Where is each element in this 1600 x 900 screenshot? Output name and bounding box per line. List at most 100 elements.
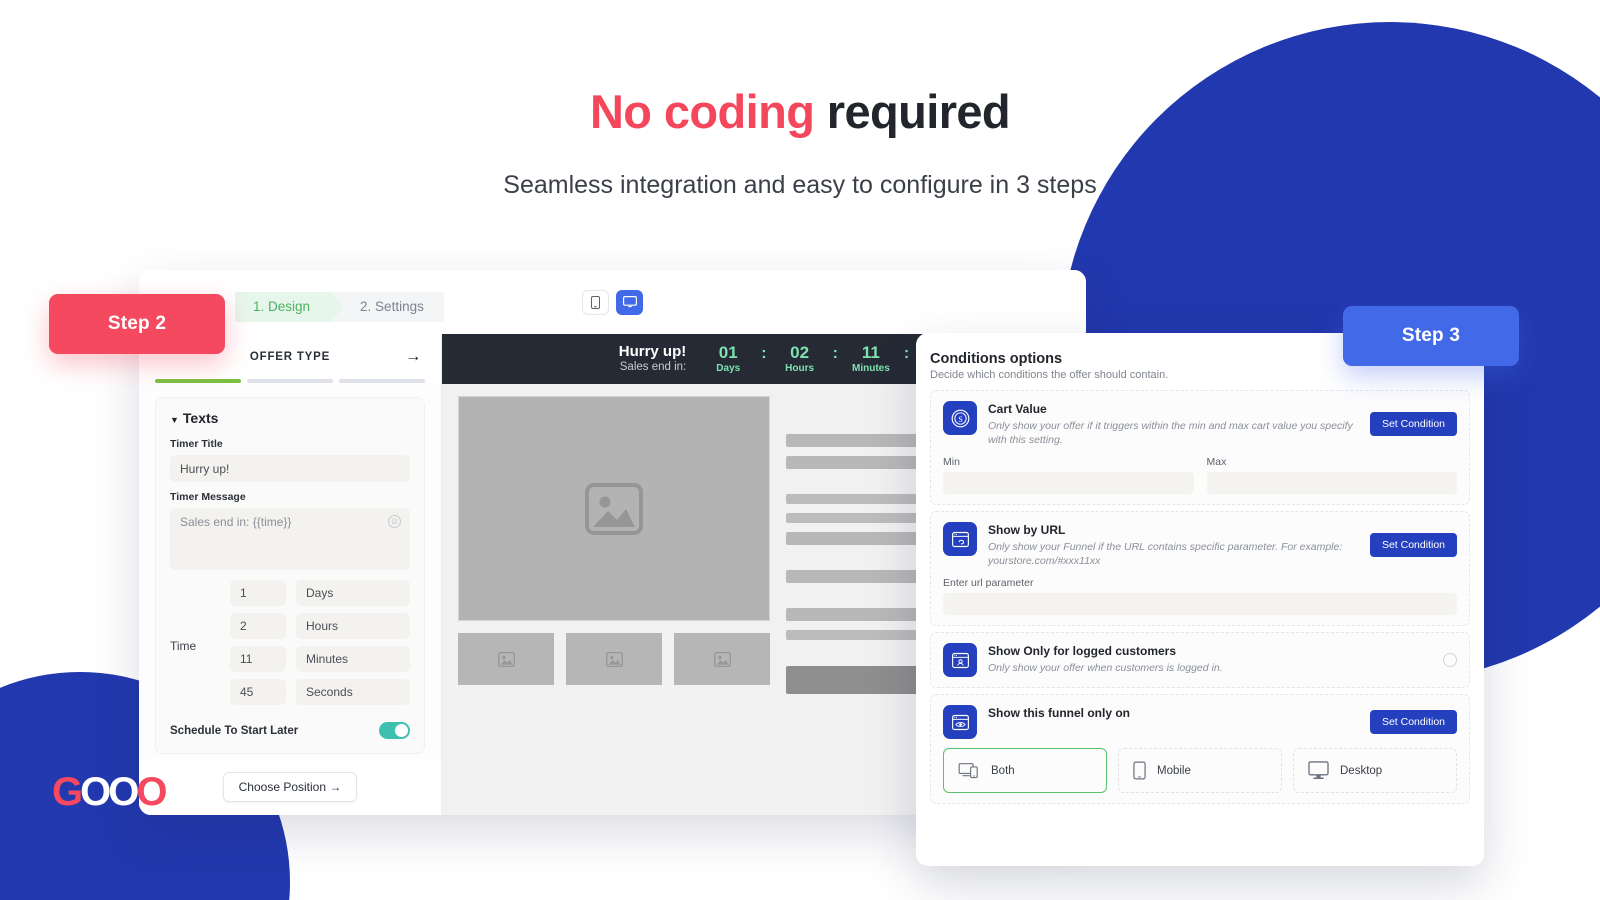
desktop-icon (622, 296, 637, 308)
logged-customers-radio[interactable] (1443, 653, 1457, 667)
cart-min-field: Min (943, 456, 1194, 494)
timer-message-input[interactable]: Sales end in: {{time}} ☺ (170, 508, 410, 570)
skeleton-thumb (566, 633, 662, 685)
timer-hours-value: 02 (790, 343, 810, 362)
skeleton-hero-image (458, 396, 770, 621)
timer-message-label: Timer Message (170, 491, 246, 503)
cart-max-input[interactable] (1206, 472, 1457, 494)
skeleton-thumb (458, 633, 554, 685)
time-rows: 1 Days 2 Hours 11 Minutes 45 Seconds (230, 580, 410, 712)
url-parameter-label: Enter url parameter (943, 577, 1034, 589)
image-placeholder-icon (713, 651, 731, 667)
preview-device-toggle (582, 289, 643, 315)
browser-eye-icon (943, 705, 977, 739)
mobile-icon (1133, 761, 1146, 780)
both-devices-icon (958, 762, 978, 778)
texts-section-header[interactable]: ▼ Texts (170, 410, 410, 426)
chevron-down-icon: ▼ (170, 415, 179, 425)
logo-letter-o1: O (80, 770, 111, 814)
condition-funnel-device: Show this funnel only on Set Condition B… (930, 694, 1470, 804)
time-row: 2 Hours (230, 613, 410, 639)
device-option-label: Both (991, 764, 1015, 777)
schedule-toggle[interactable] (379, 722, 410, 739)
url-parameter-field: Enter url parameter (943, 577, 1457, 615)
offer-type-label: OFFER TYPE (249, 350, 331, 363)
browser-link-glyph (951, 531, 969, 547)
condition-cart-value: S Cart Value Only show your offer if it … (930, 390, 1470, 505)
condition-text-block: Cart Value Only show your offer if it tr… (988, 401, 1359, 447)
timer-separator: : (832, 344, 838, 362)
cart-max-label: Max (1206, 456, 1227, 468)
editor-toolbar: 1. Design 2. Settings (139, 270, 1086, 334)
condition-name: Cart Value (988, 402, 1047, 416)
device-option-both[interactable]: Both (943, 748, 1107, 793)
preview-timer-message: Sales end in: (619, 361, 687, 373)
timer-minutes-label: Minutes (852, 363, 890, 374)
browser-eye-glyph (951, 714, 969, 730)
condition-text-block: Show by URL Only show your Funnel if the… (988, 522, 1359, 568)
schedule-label: Schedule To Start Later (170, 724, 299, 737)
time-seconds-unit[interactable]: Seconds (296, 679, 410, 705)
timer-separator: : (903, 344, 910, 362)
step-2-badge: Step 2 (49, 294, 225, 354)
timer-minutes-value: 11 (861, 343, 880, 362)
preview-timer-title: Hurry up! (618, 343, 687, 360)
timer-title-label: Timer Title (170, 438, 223, 450)
device-option-label: Mobile (1157, 764, 1191, 777)
image-placeholder-icon (605, 651, 623, 667)
mobile-icon (591, 295, 600, 309)
settings-scroll-area: ▼ Texts Timer Title Hurry up! Timer Messa… (139, 383, 441, 759)
skeleton-gallery (458, 396, 770, 694)
brand-logo: G O O O (52, 770, 168, 814)
mobile-view-button[interactable] (582, 289, 609, 315)
timer-units: 01 Days : 02 Hours : 11 Minutes: (708, 343, 909, 375)
condition-name: Show Only for logged customers (988, 644, 1177, 658)
time-days-input[interactable]: 1 (230, 580, 286, 606)
arrow-right-icon[interactable]: → (405, 348, 422, 366)
cart-min-label: Min (943, 456, 960, 468)
image-placeholder-icon (497, 651, 515, 667)
image-placeholder-icon (585, 482, 643, 535)
time-hours-input[interactable]: 2 (230, 613, 286, 639)
condition-text-block: Show Only for logged customers Only show… (988, 643, 1432, 675)
time-seconds-input[interactable]: 45 (230, 679, 286, 705)
time-hours-unit[interactable]: Hours (296, 613, 410, 639)
texts-section: ▼ Texts Timer Title Hurry up! Timer Messa… (155, 397, 425, 754)
time-minutes-input[interactable]: 11 (230, 646, 286, 672)
timer-unit-minutes: 11 Minutes (851, 343, 891, 375)
headline-accent: No coding (589, 85, 827, 138)
timer-title-input[interactable]: Hurry up! (170, 455, 410, 482)
condition-name: Show by URL (988, 523, 1066, 537)
desktop-view-button[interactable] (616, 289, 643, 315)
time-row: 1 Days (230, 580, 410, 606)
choose-position-button[interactable]: Choose Position → (222, 772, 358, 802)
set-condition-button-cart-value[interactable]: Set Condition (1369, 412, 1457, 436)
url-parameter-input[interactable] (943, 593, 1457, 615)
condition-description: Only show your Funnel if the URL contain… (988, 541, 1343, 567)
cart-min-input[interactable] (943, 472, 1194, 494)
page-subtitle: Seamless integration and easy to configu… (503, 171, 1097, 199)
page-title: No coding required (0, 84, 1600, 139)
device-option-mobile[interactable]: Mobile (1118, 748, 1282, 793)
conditions-subtitle: Decide which conditions the offer should… (930, 369, 1169, 381)
set-condition-button-show-by-url[interactable]: Set Condition (1369, 533, 1457, 557)
condition-description: Only show your offer if it triggers with… (988, 420, 1353, 446)
condition-show-by-url: Show by URL Only show your Funnel if the… (930, 511, 1470, 626)
set-condition-button-funnel-device[interactable]: Set Condition (1369, 710, 1457, 734)
condition-text-block: Show this funnel only on (988, 705, 1359, 720)
browser-link-icon (943, 522, 977, 556)
cart-value-fields: Min Max (943, 456, 1457, 494)
time-row: 11 Minutes (230, 646, 410, 672)
emoji-picker-icon[interactable]: ☺ (388, 515, 401, 528)
cart-max-field: Max (1206, 456, 1457, 494)
tab-design[interactable]: 1. Design (235, 292, 345, 322)
condition-header: Show this funnel only on Set Condition (943, 705, 1457, 739)
device-option-desktop[interactable]: Desktop (1293, 748, 1457, 793)
timer-unit-days: 01 Days (708, 343, 748, 375)
time-days-unit[interactable]: Days (296, 580, 410, 606)
time-minutes-unit[interactable]: Minutes (296, 646, 410, 672)
timer-days-value: 01 (718, 343, 738, 362)
browser-user-icon (943, 643, 977, 677)
timer-hours-label: Hours (785, 363, 815, 374)
tab-settings[interactable]: 2. Settings (330, 292, 444, 322)
